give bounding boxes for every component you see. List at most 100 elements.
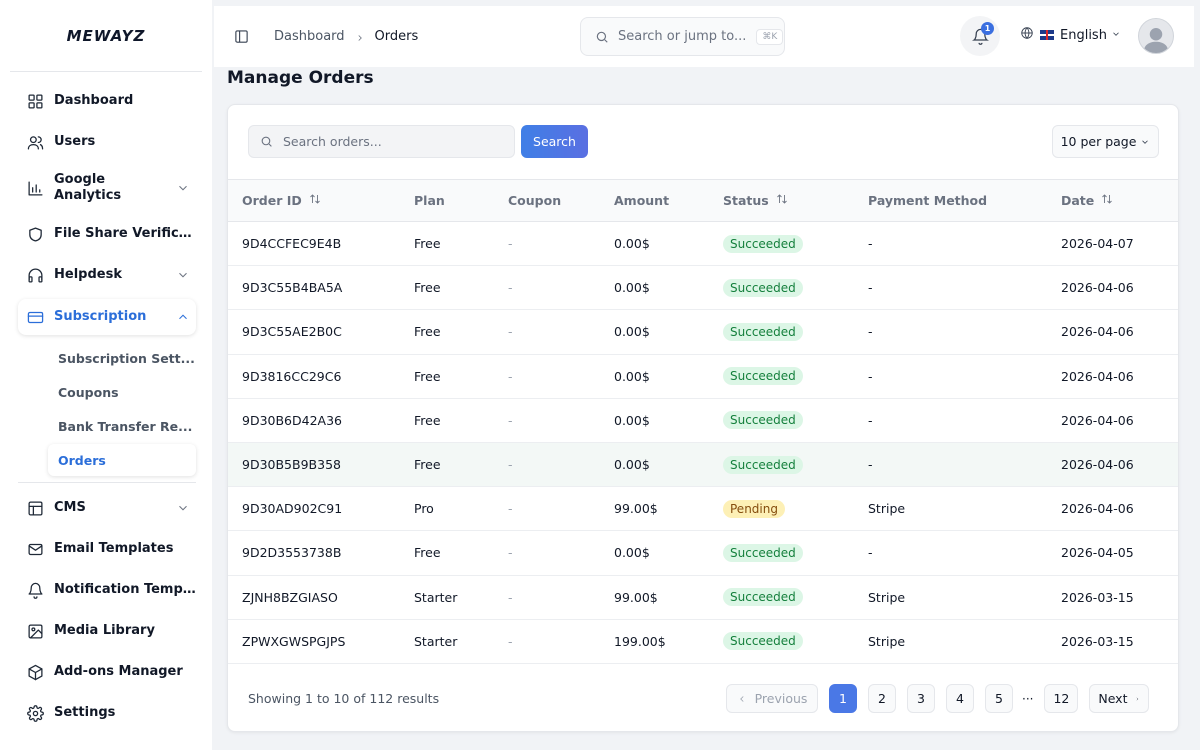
sidebar-item-label: Users	[54, 134, 96, 149]
search-button[interactable]: Search	[521, 125, 588, 158]
table-row[interactable]: ZPWXGWSPGJPS Starter - 199.00$ Succeeded Stri…	[228, 619, 1178, 664]
cell-order-id: 9D3816CC29C6	[242, 368, 342, 384]
page-button-last[interactable]: 12	[1044, 684, 1079, 713]
page-button-3[interactable]: 3	[907, 684, 935, 713]
page-button-2[interactable]: 2	[868, 684, 896, 713]
status-badge: Succeeded	[723, 588, 803, 607]
status-badge: Succeeded	[723, 322, 803, 341]
page-button-5[interactable]: 5	[985, 684, 1013, 713]
column-status[interactable]: Status	[723, 180, 868, 222]
cell-plan: Free	[414, 368, 441, 384]
cell-date: 2026-03-15	[1061, 589, 1134, 605]
avatar[interactable]	[1138, 18, 1174, 54]
table-row[interactable]: 9D4CCFEC9E4B Free - 0.00$ Succeeded - 2026-04-…	[228, 222, 1178, 266]
cell-coupon: -	[508, 501, 513, 517]
column-payment-method: Payment Method	[868, 193, 988, 208]
chevron-down-icon[interactable]	[176, 501, 190, 515]
sidebar-toggle-icon[interactable]	[234, 29, 250, 45]
page-button-4[interactable]: 4	[946, 684, 974, 713]
cell-order-id: 9D3C55B4BA5A	[242, 280, 343, 296]
sidebar-item-email-templates[interactable]: Email Templates	[18, 532, 196, 566]
sidebar-item-notification-templates[interactable]: Notification Templ...	[18, 573, 196, 607]
sort-icon[interactable]	[769, 193, 788, 208]
cell-status: Pending	[723, 487, 868, 531]
package-icon	[26, 663, 44, 681]
cell-plan: Free	[414, 324, 441, 340]
app-logo[interactable]: MEWAYZ	[10, 0, 202, 72]
chevron-down-icon[interactable]	[176, 268, 190, 282]
sidebar-item-google-analytics[interactable]: Google Analytics	[18, 166, 196, 210]
sidebar-item-label: File Share Verifica...	[54, 226, 196, 241]
cell-status: Succeeded	[723, 222, 868, 266]
search-icon	[261, 136, 272, 147]
chevron-right-icon	[355, 32, 365, 42]
table-row[interactable]: 9D3816CC29C6 Free - 0.00$ Succeeded - 2026-04-…	[228, 354, 1178, 399]
table-row[interactable]: 9D3C55B4BA5A Free - 0.00$ Succeeded - 2026-04-…	[228, 266, 1178, 310]
status-badge: Succeeded	[723, 543, 803, 562]
breadcrumb-dashboard[interactable]: Dashboard	[274, 29, 345, 44]
sidebar-item-users[interactable]: Users	[18, 125, 196, 159]
status-badge: Succeeded	[723, 632, 803, 651]
sidebar-item-subscription[interactable]: Subscription	[18, 299, 196, 335]
sidebar-item-label: Subscription	[54, 309, 147, 324]
chevron-up-icon[interactable]	[176, 310, 190, 324]
page-button-1[interactable]: 1	[829, 684, 857, 713]
sidebar-item-label: Google Analytics	[54, 172, 122, 203]
cell-coupon: -	[508, 368, 513, 384]
cell-order-id: 9D2D3553738B	[242, 545, 342, 561]
sidebar-item-addons[interactable]: Add-ons Manager	[18, 655, 196, 689]
orders-card: Search 10 per page Order ID Plan Coupon …	[227, 104, 1179, 732]
column-amount: Amount	[614, 193, 670, 208]
table-row[interactable]: 9D2D3553738B Free - 0.00$ Succeeded - 2026-04-…	[228, 531, 1178, 575]
cell-payment-method: -	[868, 545, 873, 561]
cell-payment-method: -	[868, 368, 873, 384]
gear-icon	[26, 704, 44, 722]
cell-status: Succeeded	[723, 310, 868, 354]
sidebar-subitem-bank-transfer[interactable]: Bank Transfer Re...	[48, 410, 196, 442]
sort-icon[interactable]	[302, 193, 321, 208]
global-search-input[interactable]: Search or jump to... ⌘K	[580, 17, 785, 56]
next-page-button[interactable]: Next	[1089, 684, 1150, 713]
sidebar-subitem-orders[interactable]: Orders	[48, 444, 196, 476]
sidebar-subitem-subscription-settings[interactable]: Subscription Sett...	[48, 342, 196, 374]
cell-plan: Starter	[414, 589, 458, 605]
sort-icon[interactable]	[1094, 193, 1113, 208]
orders-search-input[interactable]	[283, 134, 503, 149]
orders-search-field[interactable]	[248, 125, 515, 158]
credit-card-icon	[26, 308, 44, 326]
sidebar-item-dashboard[interactable]: Dashboard	[18, 84, 196, 118]
sidebar-subitem-coupons[interactable]: Coupons	[48, 376, 196, 408]
table-row[interactable]: 9D30B5B9B358 Free - 0.00$ Succeeded - 2026-04-…	[228, 442, 1178, 487]
sidebar-item-label: Settings	[54, 705, 116, 720]
sidebar-item-settings[interactable]: Settings	[18, 696, 196, 730]
table-row[interactable]: 9D3C55AE2B0C Free - 0.00$ Succeeded - 2026-04-…	[228, 310, 1178, 355]
notifications-button[interactable]: 1	[960, 16, 1000, 56]
cell-status: Succeeded	[723, 398, 868, 442]
column-order-id[interactable]: Order ID	[228, 180, 414, 222]
layout-icon	[26, 499, 44, 517]
language-selector[interactable]: English	[1020, 26, 1121, 44]
sidebar-item-helpdesk[interactable]: Helpdesk	[18, 258, 196, 292]
bar-chart-icon	[26, 179, 44, 197]
sidebar-item-file-share[interactable]: File Share Verifica...	[18, 217, 196, 251]
sidebar-item-cms[interactable]: CMS	[18, 491, 196, 525]
chevron-down-icon[interactable]	[176, 181, 190, 195]
chevron-right-icon	[1137, 697, 1139, 700]
search-shortcut: ⌘K	[756, 28, 784, 45]
topbar: Dashboard Orders Search or jump to... ⌘K…	[214, 6, 1194, 67]
cell-order-id: 9D30B6D42A36	[242, 412, 342, 428]
table-row[interactable]: 9D30B6D42A36 Free - 0.00$ Succeeded - 2026-04-…	[228, 398, 1178, 443]
cell-order-id: ZPWXGWSPGJPS	[242, 633, 346, 649]
cell-amount: 0.00$	[614, 412, 650, 428]
cell-payment-method: -	[868, 412, 873, 428]
previous-page-button[interactable]: Previous	[726, 684, 818, 713]
table-row[interactable]: 9D30AD902C91 Pro - 99.00$ Pending Stripe 2026-…	[228, 487, 1178, 531]
subitem-label: Coupons	[58, 384, 119, 400]
sidebar-item-label: CMS	[54, 500, 86, 515]
sidebar-item-media-library[interactable]: Media Library	[18, 614, 196, 648]
page-title: Manage Orders	[227, 68, 374, 88]
per-page-select[interactable]: 10 per page	[1052, 125, 1159, 158]
column-date[interactable]: Date	[1061, 180, 1178, 222]
table-row[interactable]: ZJNH8BZGIASO Starter - 99.00$ Succeeded Strip…	[228, 575, 1178, 620]
cell-date: 2026-04-06	[1061, 457, 1134, 473]
